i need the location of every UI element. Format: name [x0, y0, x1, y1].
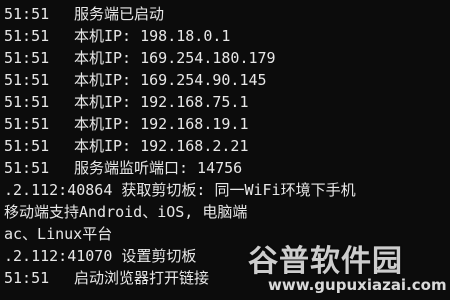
log-timestamp: 51:51 [4, 71, 50, 89]
log-line: 51:51 本机IP: 192.168.2.21 [4, 136, 249, 156]
log-message: 本机IP: 192.168.19.1 [74, 115, 249, 133]
log-timestamp: 51:51 [4, 159, 50, 177]
log-message: 启动浏览器打开链接 [74, 269, 210, 287]
log-message: 移动端支持Android、iOS, 电脑端 [4, 203, 248, 221]
log-message: 服务端监听端口: 14756 [74, 159, 243, 177]
log-line: 51:51 服务端已启动 [4, 4, 164, 24]
watermark-url: www.gupuxiazai.com [268, 276, 447, 294]
log-line: 51:51 本机IP: 192.168.75.1 [4, 92, 249, 112]
log-timestamp: 51:51 [4, 137, 50, 155]
log-timestamp: 51:51 [4, 115, 50, 133]
log-line: .2.112:41070 设置剪切板 [4, 246, 196, 266]
log-message: 本机IP: 192.168.2.21 [74, 137, 249, 155]
log-timestamp: 51:51 [4, 49, 50, 67]
log-message: 本机IP: 169.254.90.145 [74, 71, 267, 89]
site-watermark: 谷普软件园 www.gupuxiazai.com [246, 232, 450, 300]
log-line: 51:51 启动浏览器打开链接 [4, 268, 209, 288]
terminal-window[interactable]: 51:51 服务端已启动 51:51 本机IP: 198.18.0.1 51:51 本… [0, 0, 450, 300]
log-line: 51:51 本机IP: 169.254.180.179 [4, 48, 276, 68]
log-message: 本机IP: 169.254.180.179 [74, 49, 276, 67]
log-timestamp: 51:51 [4, 93, 50, 111]
log-line: 移动端支持Android、iOS, 电脑端 [4, 202, 247, 222]
log-message: 服务端已启动 [74, 5, 165, 23]
log-timestamp: 51:51 [4, 269, 50, 287]
watermark-logo: 谷普软件园 [248, 244, 403, 279]
log-message: .2.112:40864 获取剪切板: 同一WiFi环境下手机 [4, 181, 356, 199]
log-message: 本机IP: 192.168.75.1 [74, 93, 249, 111]
log-timestamp: 51:51 [4, 5, 50, 23]
log-timestamp: 51:51 [4, 27, 50, 45]
log-message: ac、Linux平台 [4, 225, 113, 243]
log-line: ac、Linux平台 [4, 224, 112, 244]
log-message: .2.112:41070 设置剪切板 [4, 247, 197, 265]
log-line: .2.112:40864 获取剪切板: 同一WiFi环境下手机 [4, 180, 356, 200]
log-line: 51:51 本机IP: 198.18.0.1 [4, 26, 230, 46]
log-line: 51:51 本机IP: 192.168.19.1 [4, 114, 249, 134]
log-line: 51:51 本机IP: 169.254.90.145 [4, 70, 267, 90]
log-line: 51:51 服务端监听端口: 14756 [4, 158, 242, 178]
log-message: 本机IP: 198.18.0.1 [74, 27, 231, 45]
